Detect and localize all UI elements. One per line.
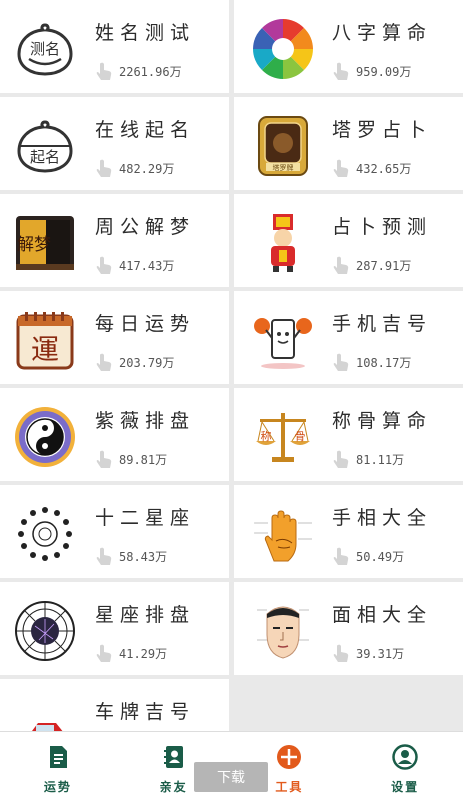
divination-figure-icon: [252, 212, 314, 274]
svg-text:测名: 测名: [30, 40, 60, 58]
tools-icon: [277, 745, 302, 769]
tool-title: 手相大全: [332, 507, 433, 529]
svg-text:解梦: 解梦: [17, 235, 51, 255]
tool-card-phone-number[interactable]: 手机吉号 108.17万: [234, 291, 463, 384]
tool-usage-stat: 203.79万: [95, 351, 174, 373]
hand-tap-icon: [96, 450, 112, 468]
tool-title: 占卜预测: [332, 216, 433, 238]
hand-tap-icon: [333, 256, 349, 274]
tool-title: 紫薇排盘: [95, 410, 196, 432]
tool-title: 姓名测试: [95, 22, 196, 44]
tool-usage-stat: 50.49万: [332, 545, 404, 567]
hand-tap-icon: [333, 450, 349, 468]
tool-card-palm[interactable]: 手相大全 50.49万: [234, 485, 463, 578]
tool-title: 面相大全: [332, 604, 433, 626]
tool-usage-stat: 959.09万: [332, 60, 411, 82]
hand-tap-icon: [333, 547, 349, 565]
tool-usage-stat: 482.29万: [95, 157, 174, 179]
name-test-icon: 测名: [14, 18, 76, 80]
tool-grid: 测名 姓名测试 2261.96万 八字算命 959.09万 起名 在线起名 48…: [0, 0, 463, 772]
tool-usage-stat: 58.43万: [95, 545, 167, 567]
tool-card-naming[interactable]: 起名 在线起名 482.29万: [0, 97, 229, 190]
nav-label: 亲友: [159, 780, 188, 794]
download-button[interactable]: 下载: [194, 762, 268, 792]
tool-title: 称骨算命: [332, 410, 433, 432]
contacts-icon: [163, 746, 183, 768]
naming-icon: 起名: [14, 115, 76, 177]
tool-title: 八字算命: [332, 22, 433, 44]
tool-card-face-reading[interactable]: 面相大全 39.31万: [234, 582, 463, 675]
tool-card-tarot[interactable]: 塔罗牌 塔罗占卜 432.65万: [234, 97, 463, 190]
dream-book-icon: 解梦: [14, 212, 76, 274]
tool-title: 在线起名: [95, 119, 196, 141]
tool-card-bone-weight[interactable]: 称 骨 称骨算命 81.11万: [234, 388, 463, 481]
hand-tap-icon: [96, 159, 112, 177]
svg-text:称: 称: [261, 429, 272, 443]
hand-tap-icon: [333, 159, 349, 177]
tool-usage-stat: 108.17万: [332, 351, 411, 373]
tool-usage-stat: 81.11万: [332, 448, 404, 470]
tool-usage-stat: 41.29万: [95, 642, 167, 664]
hand-tap-icon: [96, 256, 112, 274]
tool-usage-stat: 89.81万: [95, 448, 167, 470]
svg-text:塔罗牌: 塔罗牌: [273, 163, 294, 172]
tool-usage-stat: 39.31万: [332, 642, 404, 664]
face-reading-icon: [252, 600, 314, 662]
tool-title: 周公解梦: [95, 216, 196, 238]
hand-tap-icon: [96, 644, 112, 662]
daily-fortune-icon: 運: [14, 309, 76, 371]
tool-usage-stat: 417.43万: [95, 254, 174, 276]
tool-card-bazi[interactable]: 八字算命 959.09万: [234, 0, 463, 93]
nav-label: 运势: [43, 780, 72, 794]
tool-title: 十二星座: [95, 507, 196, 529]
zodiac-ring-icon: [14, 503, 76, 565]
palm-icon: [252, 503, 314, 565]
tool-card-twelve-zodiac[interactable]: 十二星座 58.43万: [0, 485, 229, 578]
scale-icon: 称 骨: [252, 406, 314, 468]
hand-tap-icon: [96, 62, 112, 80]
nav-item-fortune[interactable]: 运势: [0, 732, 116, 804]
fortune-doc-icon: [49, 746, 67, 768]
astrolabe-icon: [14, 600, 76, 662]
tool-usage-stat: 2261.96万: [95, 60, 182, 82]
bazi-wheel-icon: [252, 18, 314, 80]
hand-tap-icon: [333, 353, 349, 371]
hand-tap-icon: [96, 353, 112, 371]
tool-usage-stat: 287.91万: [332, 254, 411, 276]
tool-card-astrolabe[interactable]: 星座排盘 41.29万: [0, 582, 229, 675]
svg-text:運: 運: [31, 333, 59, 366]
hand-tap-icon: [96, 547, 112, 565]
svg-text:骨: 骨: [295, 430, 306, 443]
tool-title: 车牌吉号: [95, 701, 196, 723]
tool-card-daily-fortune[interactable]: 運 每日运势 203.79万: [0, 291, 229, 384]
svg-text:起名: 起名: [30, 148, 60, 166]
tool-title: 星座排盘: [95, 604, 196, 626]
hand-tap-icon: [333, 644, 349, 662]
tool-title: 塔罗占卜: [332, 119, 433, 141]
tool-card-ziwei[interactable]: 紫薇排盘 89.81万: [0, 388, 229, 481]
yin-yang-icon: [14, 406, 76, 468]
nav-label: 设置: [391, 780, 420, 794]
tool-title: 每日运势: [95, 313, 196, 335]
tool-usage-stat: 432.65万: [332, 157, 411, 179]
tarot-icon: 塔罗牌: [252, 115, 314, 177]
nav-label: 工具: [275, 780, 304, 794]
tool-card-dream[interactable]: 解梦 周公解梦 417.43万: [0, 194, 229, 287]
tool-card-divination[interactable]: 占卜预测 287.91万: [234, 194, 463, 287]
nav-item-settings[interactable]: 设置: [347, 732, 463, 804]
hand-tap-icon: [333, 62, 349, 80]
tool-card-name-test[interactable]: 测名 姓名测试 2261.96万: [0, 0, 229, 93]
phone-number-icon: [252, 309, 314, 371]
tool-title: 手机吉号: [332, 313, 433, 335]
user-settings-icon: [392, 744, 418, 770]
